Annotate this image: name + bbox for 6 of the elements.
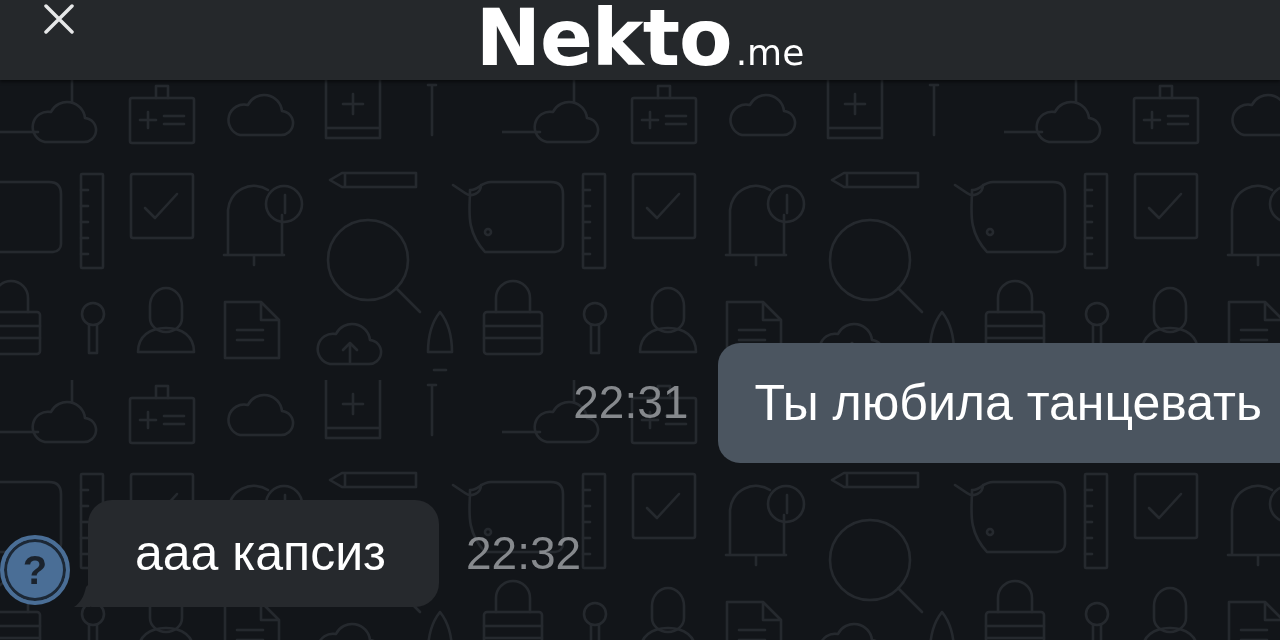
- message-time: 22:31: [573, 375, 689, 431]
- logo: Nekto.me: [475, 0, 805, 76]
- close-icon[interactable]: [44, 4, 74, 34]
- unknown-user-avatar: ?: [0, 535, 70, 605]
- message-bubble: Ты любила танцевать: [718, 343, 1280, 463]
- message-time: 22:32: [466, 525, 582, 581]
